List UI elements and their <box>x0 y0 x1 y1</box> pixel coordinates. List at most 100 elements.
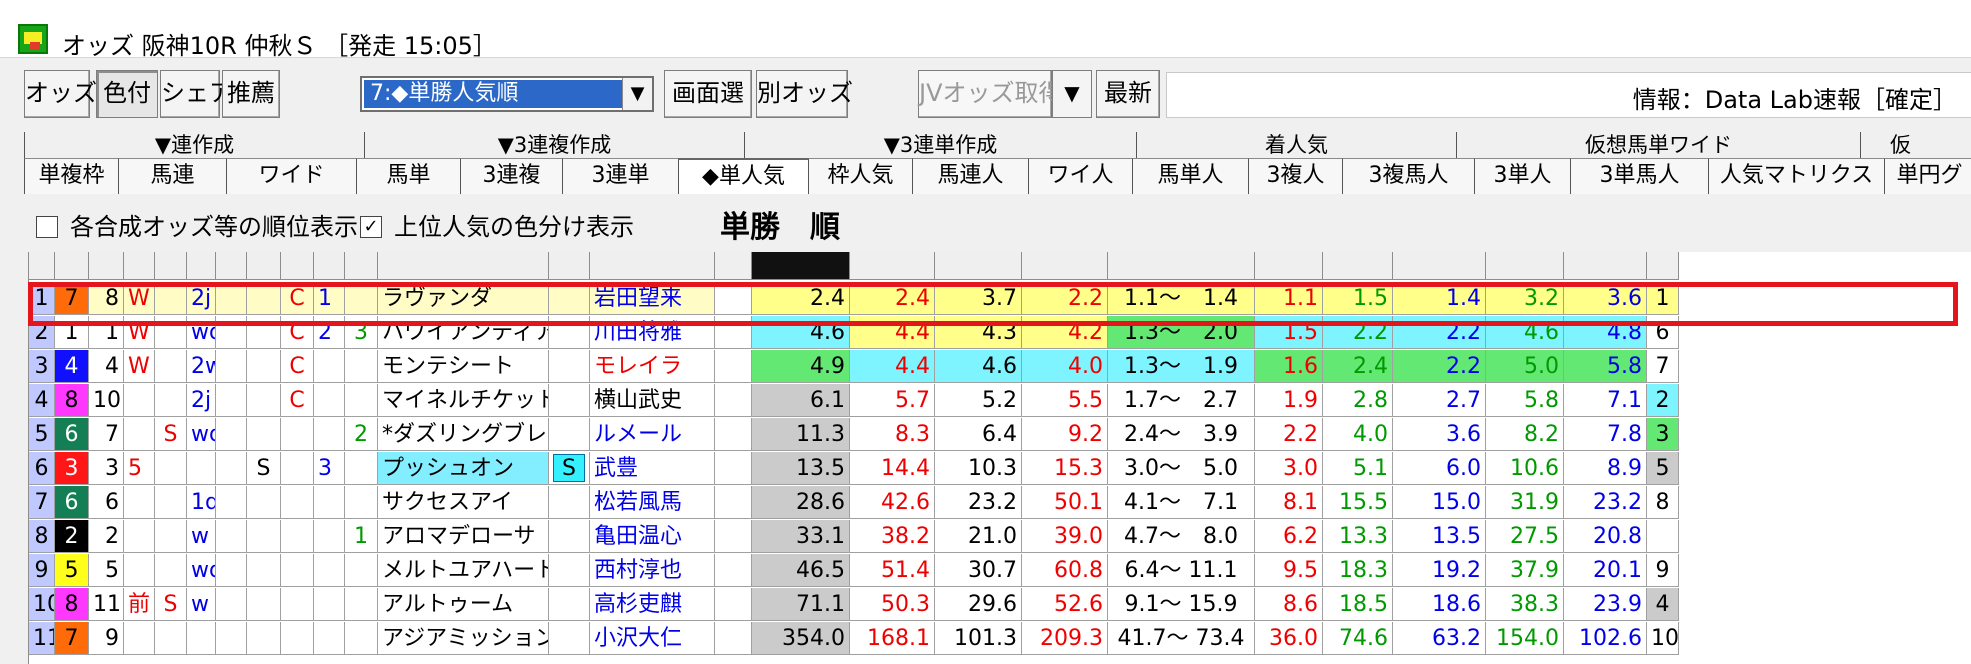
column-header-2[interactable] <box>89 252 124 280</box>
jockey-cell[interactable]: 亀田温心 <box>590 520 715 553</box>
table-cell[interactable] <box>715 350 752 383</box>
column-header-3[interactable] <box>124 252 155 280</box>
column-header-16[interactable] <box>850 252 935 280</box>
jockey-cell[interactable]: 小沢大仁 <box>590 622 715 655</box>
column-header-6[interactable] <box>216 252 247 280</box>
column-header-13[interactable] <box>590 252 715 280</box>
jockey-cell[interactable]: モレイラ <box>590 350 715 383</box>
tab-win-yen-graph[interactable]: 単円グ <box>1884 158 1971 194</box>
horse-name-cell[interactable]: サクセスアイ <box>378 486 549 519</box>
recommend-button[interactable]: 推薦 <box>222 70 280 118</box>
horse-name-cell[interactable]: *ダズリングブレイヴ <box>378 418 549 451</box>
rank-display-checkbox[interactable] <box>36 216 58 238</box>
table-cell[interactable] <box>715 520 752 553</box>
horse-name-cell[interactable]: ハワイアンティアレ <box>378 316 549 349</box>
horse-name-cell[interactable]: アルトゥーム <box>378 588 549 621</box>
tab-group-finish-popular[interactable]: 着人気 <box>1136 132 1456 158</box>
column-header-1[interactable] <box>55 252 89 280</box>
table-cell[interactable] <box>715 452 752 485</box>
table-cell <box>187 452 216 485</box>
table-cell <box>247 554 281 587</box>
color-button[interactable]: 色付 <box>96 70 158 118</box>
jv-dropdown-button[interactable]: ▼ <box>1052 70 1092 118</box>
column-header-11[interactable] <box>378 252 549 280</box>
tab-trifecta-popular[interactable]: 3単人 <box>1474 158 1570 194</box>
table-cell: 1.1〜 1.4 <box>1108 282 1255 315</box>
tab-group-trifecta[interactable]: ▼3連単作成 <box>744 132 1136 158</box>
table-cell: w <box>187 520 216 553</box>
horse-name-cell[interactable]: モンテシート <box>378 350 549 383</box>
tab-exacta-popular[interactable]: 馬単人 <box>1132 158 1248 194</box>
jockey-cell[interactable]: 松若風馬 <box>590 486 715 519</box>
table-cell[interactable] <box>715 282 752 315</box>
tab-trio-horse-popular[interactable]: 3複馬人 <box>1342 158 1474 194</box>
column-header-15[interactable] <box>752 252 850 280</box>
column-header-22[interactable] <box>1393 252 1486 280</box>
tab-exacta[interactable]: 馬単 <box>356 158 460 194</box>
odds-button[interactable]: オッズ <box>24 70 97 118</box>
column-header-24[interactable] <box>1564 252 1647 280</box>
tab-quinella[interactable]: 馬連 <box>118 158 226 194</box>
table-cell[interactable] <box>715 554 752 587</box>
tab-trio-popular[interactable]: 3複人 <box>1248 158 1342 194</box>
column-header-8[interactable] <box>281 252 314 280</box>
table-cell: 5.5 <box>1022 384 1108 417</box>
horse-name-cell[interactable]: アジアミッション <box>378 622 549 655</box>
tab-popular-matrix[interactable]: 人気マトリクス <box>1708 158 1884 194</box>
horse-name-cell[interactable]: メルトユアハート <box>378 554 549 587</box>
table-cell[interactable] <box>715 316 752 349</box>
separate-odds-button[interactable]: 別オッズ <box>756 70 853 118</box>
popular-color-checkbox[interactable]: ✓ <box>360 216 382 238</box>
tab-group-ren[interactable]: ▼連作成 <box>24 132 364 158</box>
tab-trifecta-horse-popular[interactable]: 3単馬人 <box>1570 158 1708 194</box>
column-header-4[interactable] <box>155 252 187 280</box>
tab-quinella-popular[interactable]: 馬連人 <box>912 158 1028 194</box>
column-header-10[interactable] <box>345 252 378 280</box>
jockey-cell[interactable]: ルメール <box>590 418 715 451</box>
tab-trio[interactable]: 3連複 <box>460 158 562 194</box>
tab-group-trio[interactable]: ▼3連複作成 <box>364 132 744 158</box>
column-header-19[interactable] <box>1108 252 1255 280</box>
column-header-25[interactable] <box>1647 252 1679 280</box>
column-header-18[interactable] <box>1022 252 1108 280</box>
tab-group-virtual[interactable]: 仮想馬単ワイド <box>1456 132 1860 158</box>
jockey-cell[interactable]: 高杉吏麒 <box>590 588 715 621</box>
latest-button[interactable]: 最新 <box>1096 70 1160 118</box>
tab-wide[interactable]: ワイド <box>226 158 356 194</box>
horse-name-cell[interactable]: ラヴァンダ <box>378 282 549 315</box>
column-header-5[interactable] <box>187 252 216 280</box>
horse-name-cell[interactable]: アロマデローサ <box>378 520 549 553</box>
column-header-7[interactable] <box>247 252 281 280</box>
jockey-cell[interactable]: 武豊 <box>590 452 715 485</box>
tab-frame-popular[interactable]: 枠人気 <box>808 158 912 194</box>
jockey-cell[interactable]: 西村淳也 <box>590 554 715 587</box>
sort-order-combo[interactable]: 7:◆単勝人気順 ▼ <box>360 76 654 112</box>
table-cell[interactable] <box>715 486 752 519</box>
table-cell[interactable] <box>715 588 752 621</box>
column-header-17[interactable] <box>935 252 1022 280</box>
tab-group-extra[interactable]: 仮 <box>1860 132 1940 158</box>
column-header-14[interactable] <box>715 252 752 280</box>
share-button[interactable]: シェア <box>160 70 233 118</box>
column-header-23[interactable] <box>1486 252 1564 280</box>
table-cell[interactable] <box>715 418 752 451</box>
jockey-cell[interactable]: 川田将雅 <box>590 316 715 349</box>
tab-wide-popular[interactable]: ワイ人 <box>1028 158 1132 194</box>
table-cell[interactable] <box>715 622 752 655</box>
tab-win-popular[interactable]: ◆単人気 <box>678 158 808 194</box>
screen-select-button[interactable]: 画面選 <box>664 70 752 118</box>
jockey-cell[interactable]: 横山武史 <box>590 384 715 417</box>
column-header-12[interactable] <box>549 252 590 280</box>
chevron-down-icon[interactable]: ▼ <box>622 78 652 110</box>
column-header-0[interactable] <box>29 252 55 280</box>
column-header-9[interactable] <box>314 252 345 280</box>
column-header-20[interactable] <box>1255 252 1323 280</box>
tab-win-place-frame[interactable]: 単複枠 <box>24 158 118 194</box>
jockey-cell[interactable]: 岩田望来 <box>590 282 715 315</box>
table-cell[interactable] <box>715 384 752 417</box>
tab-trifecta[interactable]: 3連単 <box>562 158 678 194</box>
horse-name-cell[interactable]: プッシュオン <box>378 452 549 485</box>
column-header-21[interactable] <box>1323 252 1393 280</box>
jv-odds-button[interactable]: JVオッズ取得 <box>918 70 1063 118</box>
horse-name-cell[interactable]: マイネルチケット <box>378 384 549 417</box>
